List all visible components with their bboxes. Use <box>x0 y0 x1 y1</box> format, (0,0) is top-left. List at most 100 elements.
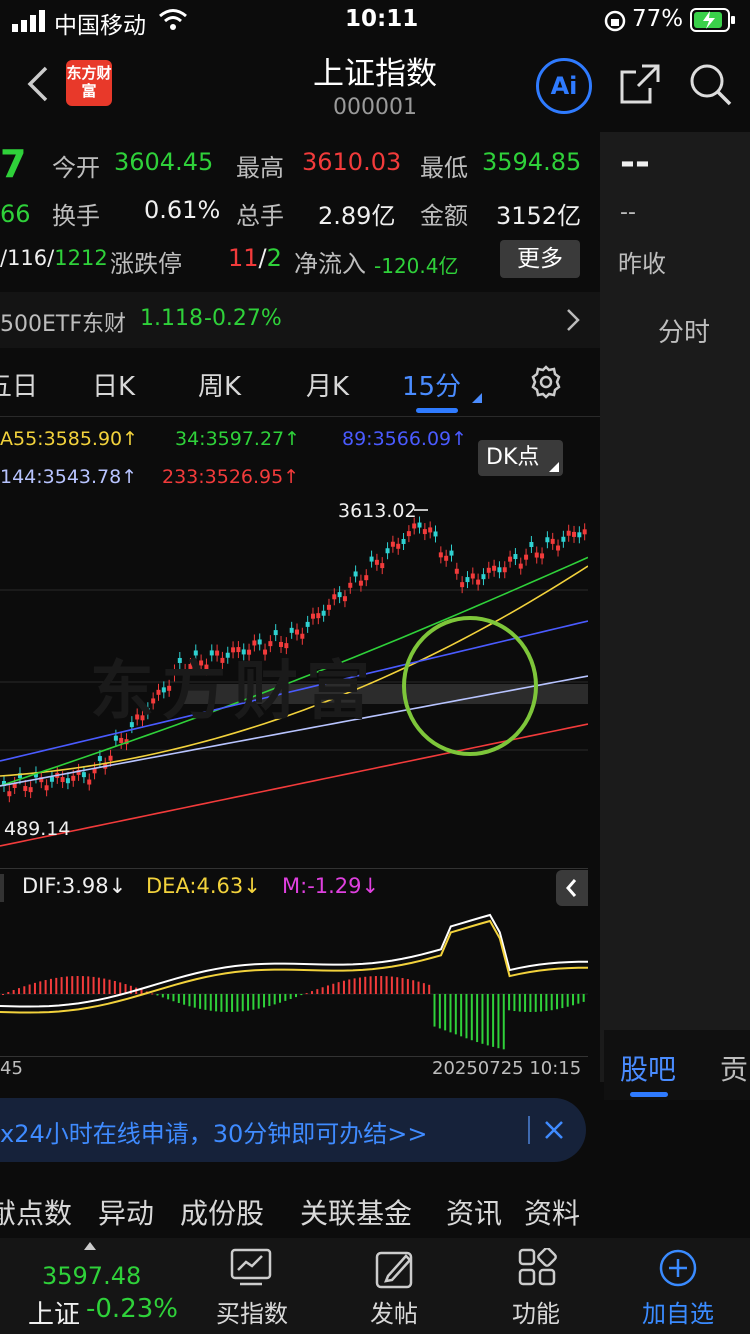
macd-bar <box>326 985 329 994</box>
collapse-button[interactable] <box>556 870 588 906</box>
etf-row[interactable]: 500ETF东财 1.118 -0.27% <box>0 292 600 348</box>
tab-daily-k[interactable]: 日K <box>92 366 135 403</box>
candle-body <box>497 567 502 573</box>
candle-body <box>481 574 486 580</box>
macd-bar <box>183 994 186 1005</box>
candle-body <box>422 529 427 535</box>
share-icon[interactable] <box>618 62 662 110</box>
macd-bar <box>316 989 319 994</box>
netflow-label: 净流入 <box>294 250 366 278</box>
macd-bar <box>561 994 564 1009</box>
high-marker-label: 3613.02 <box>338 500 417 522</box>
macd-bar <box>49 978 52 994</box>
turnover-value: 0.61% <box>144 196 221 224</box>
tab-5day[interactable]: 五日 <box>0 366 38 403</box>
macd-bar <box>438 994 441 1029</box>
macd-bar <box>342 980 345 994</box>
candle-body <box>364 575 369 581</box>
axis-left-date: 45 <box>0 1058 23 1079</box>
macd-bar <box>508 994 511 1011</box>
tab-constituents[interactable]: 成份股 <box>180 1192 264 1232</box>
low-value: 3594.85 <box>482 148 582 176</box>
amount-label: 金额 <box>420 202 468 230</box>
volume-label: 总手 <box>236 202 284 230</box>
macd-bar <box>380 976 383 994</box>
nav-buy-index[interactable]: 买指数 <box>200 1238 300 1334</box>
candle-body <box>577 532 582 538</box>
macd-divider <box>0 1056 588 1057</box>
carrier-label: 中国移动 <box>54 13 146 39</box>
candle-body <box>353 571 358 577</box>
clock: 10:11 <box>345 6 419 32</box>
candle-body <box>289 627 294 633</box>
volume-value: 2.89亿 <box>318 202 396 230</box>
candle-body <box>486 567 491 573</box>
tab-15min[interactable]: 15分 <box>402 366 461 403</box>
macd-bar <box>369 976 372 994</box>
macd-bar <box>310 991 313 994</box>
macd-bar <box>2 994 4 995</box>
macd-bar <box>23 986 26 994</box>
battery-percent: 77% <box>632 6 684 32</box>
nav-index[interactable]: 3597.48 上证 -0.23% <box>0 1238 190 1334</box>
candle-body <box>358 580 363 586</box>
grid-icon <box>518 1248 557 1286</box>
macd-bar <box>518 994 521 1012</box>
edit-icon <box>375 1251 413 1289</box>
tab-weekly-k[interactable]: 周K <box>198 366 241 403</box>
macd-bar <box>39 981 42 994</box>
macd-bar <box>209 994 212 1011</box>
macd-bar <box>92 976 95 994</box>
candle-body <box>460 582 465 588</box>
more-button[interactable]: 更多 <box>500 240 580 278</box>
macd-bar <box>193 994 196 1008</box>
tab-movers[interactable]: 异动 <box>98 1192 154 1232</box>
macd-bar <box>140 989 143 994</box>
tab-profile[interactable]: 资料 <box>524 1192 580 1232</box>
macd-bar <box>454 994 457 1035</box>
nav-post-label: 发帖 <box>370 1300 418 1328</box>
low-label: 最低 <box>420 154 468 182</box>
tab-key-points[interactable]: 献点数 <box>0 1192 72 1232</box>
close-icon[interactable] <box>544 1120 564 1144</box>
candle-body <box>513 554 518 560</box>
tab-news[interactable]: 资讯 <box>446 1192 502 1232</box>
macd-bar <box>81 976 84 994</box>
tab-monthly-k[interactable]: 月K <box>306 366 349 403</box>
nav-index-name: 上证 <box>28 1300 81 1330</box>
tab-intraday[interactable]: 分时 <box>658 312 710 349</box>
macd-bar <box>545 994 548 1011</box>
candle-body <box>465 577 470 583</box>
tab-underline <box>416 408 458 413</box>
settings-gear-icon[interactable] <box>528 364 564 404</box>
tab-related-funds[interactable]: 关联基金 <box>300 1192 412 1232</box>
candle-body <box>348 582 353 588</box>
candle-body <box>449 550 454 556</box>
macd-bar <box>87 976 90 994</box>
quote-panel: 7 66 今开 3604.45 最高 3610.03 最低 3594.85 换手… <box>0 132 600 292</box>
nav-functions[interactable]: 功能 <box>490 1238 590 1334</box>
macd-bar <box>12 990 15 994</box>
macd-bar <box>151 993 154 995</box>
limit-label: 涨跌停 <box>110 250 182 278</box>
tab-guba[interactable]: 股吧 <box>620 1048 676 1088</box>
dif-value: DIF:3.98↓ <box>22 874 127 898</box>
macd-bar <box>161 994 164 998</box>
macd-bar <box>263 994 266 1008</box>
candle-body <box>412 523 417 529</box>
dk-point-button[interactable]: DK点 <box>478 440 563 476</box>
nav-add-favorite-label: 加自选 <box>642 1300 714 1328</box>
tab-contrib[interactable]: 贡 <box>720 1048 748 1088</box>
nav-post[interactable]: 发帖 <box>348 1238 438 1334</box>
macd-bar <box>231 994 234 1012</box>
search-icon[interactable] <box>688 62 732 110</box>
macd-bar <box>199 994 202 1009</box>
macd-bar <box>470 994 473 1041</box>
ai-button[interactable]: Ai <box>536 58 592 114</box>
candle-body <box>71 775 76 781</box>
promo-banner[interactable]: x24小时在线申请，30分钟即可办结>> <box>0 1098 586 1162</box>
candle-body <box>438 552 443 558</box>
open-label: 今开 <box>52 154 100 182</box>
battery-icon <box>690 8 736 36</box>
nav-add-favorite[interactable]: 加自选 <box>628 1238 738 1334</box>
